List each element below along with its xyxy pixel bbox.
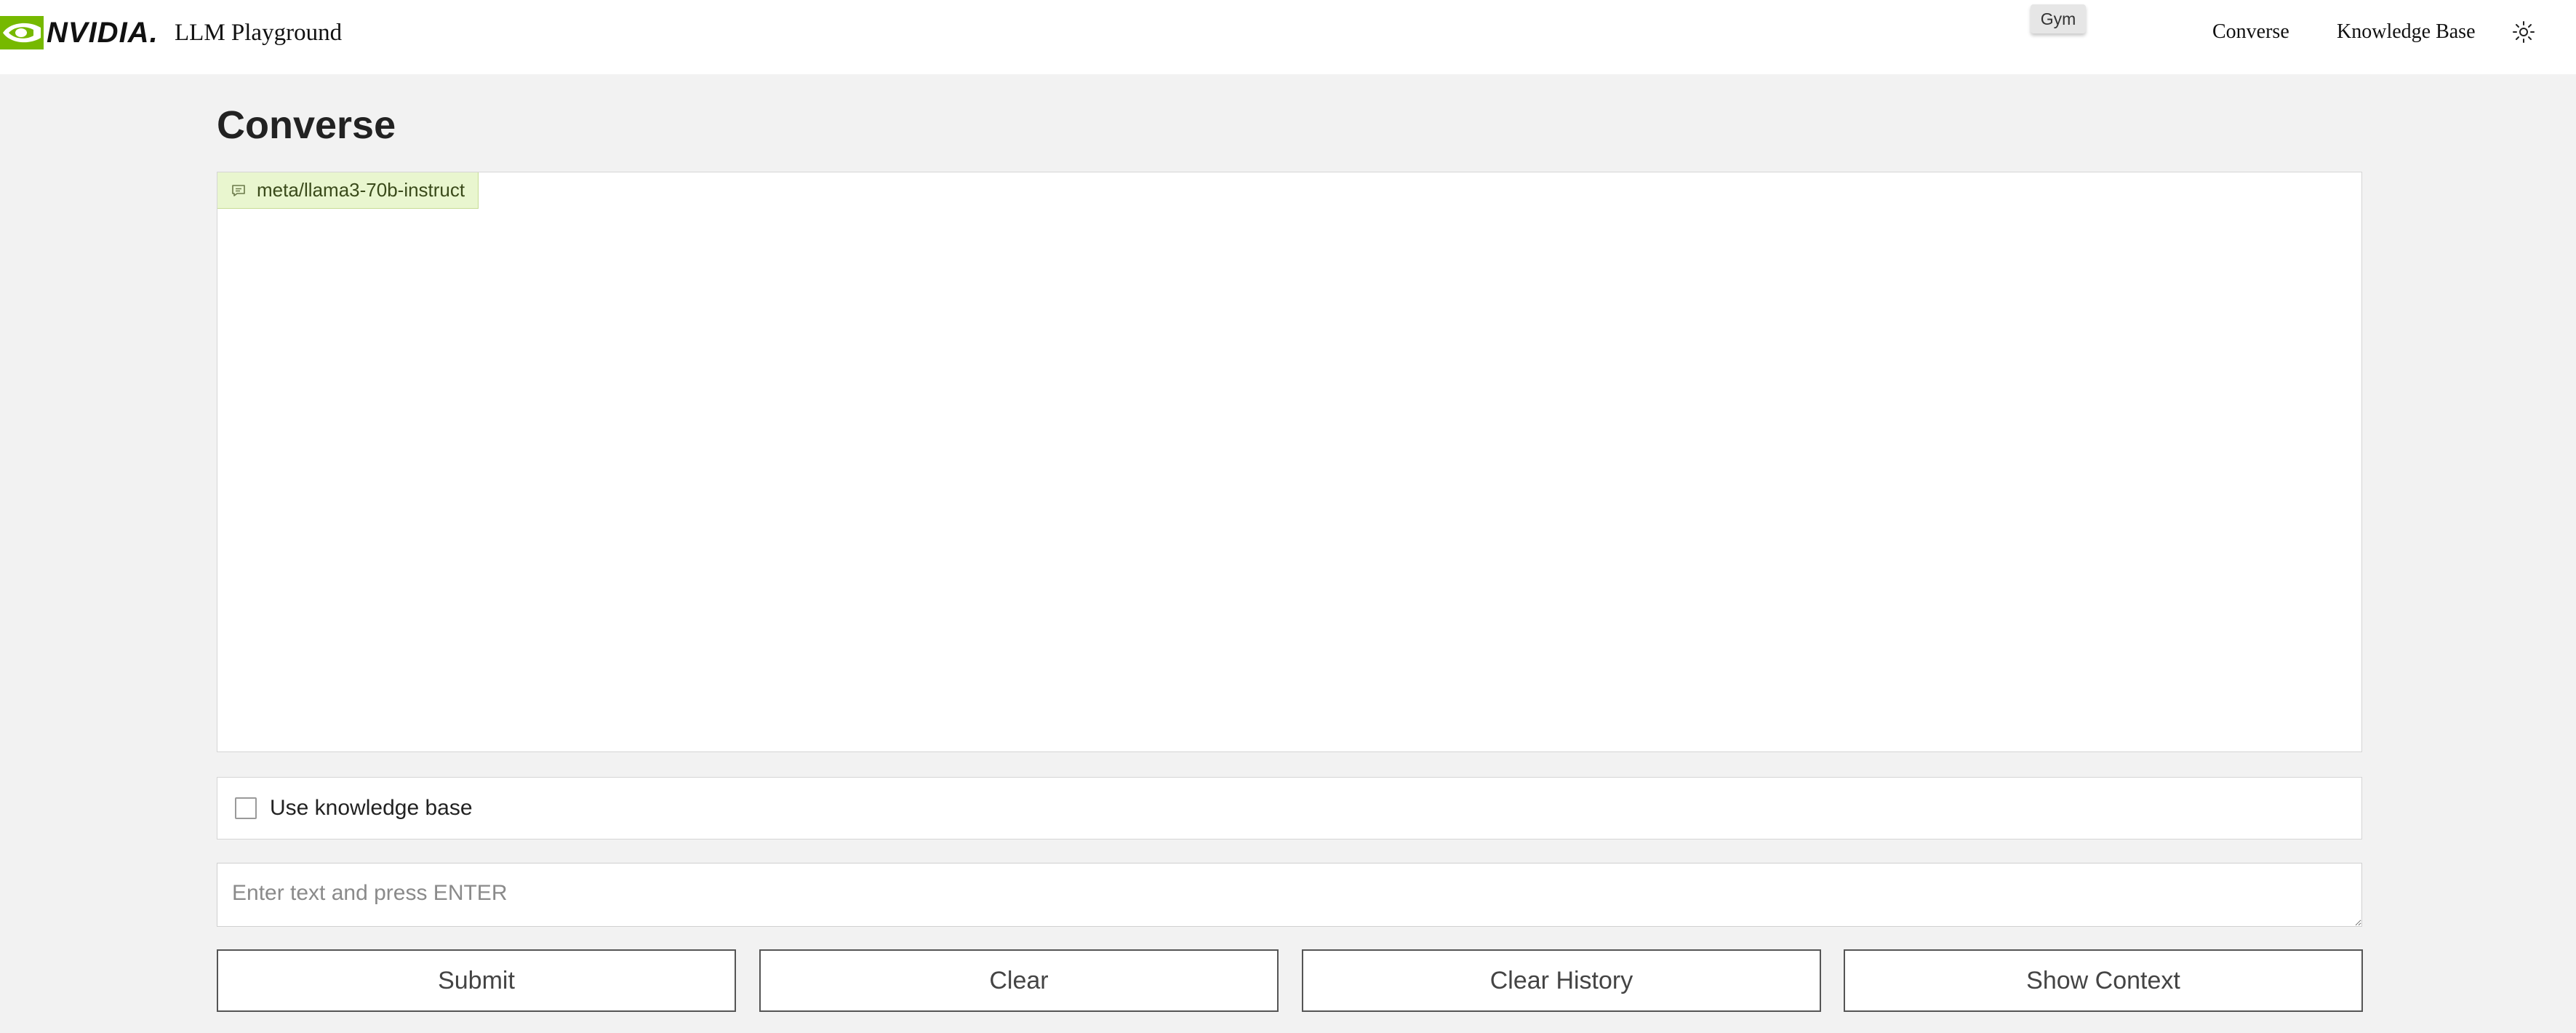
page-title: Converse xyxy=(217,103,396,147)
use-knowledge-base-checkbox[interactable] xyxy=(235,797,257,819)
app-title: LLM Playground xyxy=(175,20,343,46)
sun-icon[interactable] xyxy=(2511,19,2537,45)
nvidia-eye-icon xyxy=(0,16,44,49)
nav-link-converse[interactable]: Converse xyxy=(2212,17,2289,47)
show-context-button[interactable]: Show Context xyxy=(1844,949,2363,1012)
clear-history-button[interactable]: Clear History xyxy=(1302,949,1821,1012)
model-name: meta/llama3-70b-instruct xyxy=(257,179,465,201)
gym-badge[interactable]: Gym xyxy=(2031,4,2086,33)
model-label-chip: meta/llama3-70b-instruct xyxy=(217,172,479,209)
clear-button[interactable]: Clear xyxy=(759,949,1279,1012)
use-knowledge-base-label[interactable]: Use knowledge base xyxy=(270,796,473,821)
submit-button[interactable]: Submit xyxy=(217,949,736,1012)
chat-bubble-icon xyxy=(232,184,245,196)
nav-link-knowledge-base[interactable]: Knowledge Base xyxy=(2337,17,2476,47)
chat-history-panel[interactable]: meta/llama3-70b-instruct xyxy=(217,172,2362,752)
knowledge-base-toggle-row: Use knowledge base xyxy=(217,777,2362,839)
prompt-input[interactable] xyxy=(217,863,2362,927)
top-navbar: NVIDIA. LLM Playground Gym Converse Know… xyxy=(0,0,2576,74)
nvidia-wordmark: NVIDIA. xyxy=(47,16,159,49)
nvidia-logo[interactable]: NVIDIA. xyxy=(0,15,159,51)
